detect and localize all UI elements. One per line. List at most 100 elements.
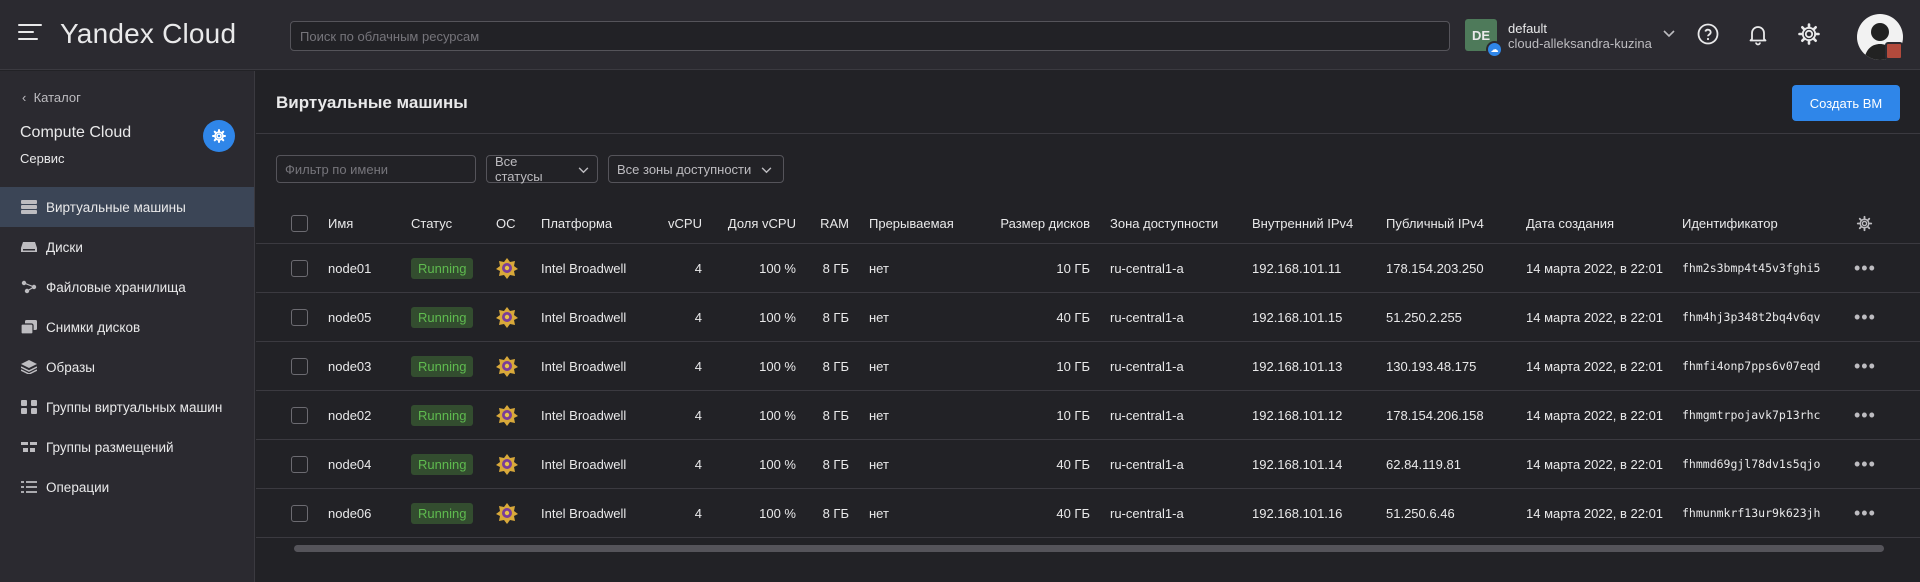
os-icon: [496, 293, 518, 341]
zone: ru-central1-a: [1110, 358, 1184, 374]
main-content: Виртуальные машины Создать ВМ Все статус…: [256, 71, 1920, 582]
status-badge: Running: [411, 440, 474, 488]
public-ip: 62.84.119.81: [1386, 456, 1461, 472]
row-checkbox[interactable]: [291, 293, 308, 341]
ram: 8 ГБ: [822, 309, 849, 325]
vm-name[interactable]: node06: [328, 489, 371, 537]
table-row[interactable]: node04 Running Intel Broadwell 4 100 % 8 ГБ не…: [256, 440, 1920, 489]
row-checkbox[interactable]: [291, 391, 308, 439]
row-checkbox[interactable]: [291, 489, 308, 537]
more-actions-icon[interactable]: •••: [1854, 293, 1876, 341]
table-row[interactable]: node05 Running Intel Broadwell 4 100 % 8 ГБ не…: [256, 293, 1920, 342]
bell-icon[interactable]: [1746, 22, 1772, 48]
vm-id: fhmgmtrpojavk7p13rhc: [1682, 408, 1821, 422]
service-subtitle: Сервис: [20, 151, 65, 166]
col-os[interactable]: ОС: [496, 203, 516, 243]
sidebar-item-disks[interactable]: Диски: [0, 227, 254, 267]
row-checkbox[interactable]: [291, 440, 308, 488]
more-actions-icon[interactable]: •••: [1854, 342, 1876, 390]
status-label: Running: [411, 257, 474, 279]
sidebar-item-images[interactable]: Образы: [0, 347, 254, 387]
vcpu-share: 100 %: [759, 309, 796, 325]
vm-id: fhmfi4onp7pps6v07eqd: [1682, 359, 1821, 373]
more-actions-icon[interactable]: •••: [1854, 391, 1876, 439]
sidebar-item-filestores[interactable]: Файловые хранилища: [0, 267, 254, 307]
search-input[interactable]: [290, 21, 1450, 51]
menu-icon[interactable]: [18, 24, 42, 46]
gear-icon[interactable]: [1797, 22, 1823, 48]
sidebar-item-vms[interactable]: Виртуальные машины: [0, 187, 254, 227]
table-row[interactable]: node01 Running Intel Broadwell 4 100 % 8 ГБ не…: [256, 244, 1920, 293]
zone: ru-central1-a: [1110, 505, 1184, 521]
vm-name[interactable]: node05: [328, 293, 371, 341]
table-row[interactable]: node06 Running Intel Broadwell 4 100 % 8 ГБ не…: [256, 489, 1920, 538]
status-filter-select[interactable]: Все статусы: [486, 154, 598, 184]
created-date: 14 марта 2022, в 22:01: [1526, 407, 1664, 423]
col-created[interactable]: Дата создания: [1526, 203, 1614, 243]
sidebar-item-placement-groups[interactable]: Группы размещений: [0, 427, 254, 467]
table-row[interactable]: node03 Running Intel Broadwell 4 100 % 8 ГБ не…: [256, 342, 1920, 391]
sidebar-item-label: Снимки дисков: [46, 319, 141, 335]
col-zone[interactable]: Зона доступности: [1110, 203, 1218, 243]
service-settings-icon[interactable]: [203, 120, 235, 152]
page-header: Виртуальные машины Создать ВМ: [256, 71, 1920, 134]
more-actions-icon[interactable]: •••: [1854, 440, 1876, 488]
select-all-checkbox[interactable]: [291, 203, 308, 243]
vm-table: Имя Статус ОС Платформа vCPU Доля vCPU R…: [256, 203, 1920, 538]
row-checkbox[interactable]: [291, 244, 308, 292]
col-vcpu[interactable]: vCPU: [636, 203, 702, 243]
account-switcher[interactable]: DE ☁ default cloud-alleksandra-kuzina: [1465, 19, 1675, 58]
vm-name[interactable]: node04: [328, 440, 371, 488]
preemptible: нет: [869, 456, 889, 472]
sidebar: ‹ Каталог Compute Cloud Сервис Виртуальн…: [0, 71, 255, 582]
col-vcpu-share[interactable]: Доля vCPU: [716, 203, 796, 243]
col-ram[interactable]: RAM: [816, 203, 849, 243]
more-actions-icon[interactable]: •••: [1854, 244, 1876, 292]
help-icon[interactable]: [1696, 22, 1722, 48]
vm-id: fhmmd69gjl78dv1s5qjo: [1682, 457, 1821, 471]
service-title: Compute Cloud: [20, 124, 132, 141]
internal-ip: 192.168.101.12: [1252, 407, 1343, 423]
status-badge: Running: [411, 293, 474, 341]
public-ip: 178.154.203.250: [1386, 260, 1484, 276]
name-filter-input[interactable]: [276, 155, 476, 183]
row-checkbox[interactable]: [291, 342, 308, 390]
more-actions-icon[interactable]: •••: [1854, 489, 1876, 537]
sidebar-item-operations[interactable]: Операции: [0, 467, 254, 507]
status-label: Running: [411, 404, 474, 426]
back-link[interactable]: ‹ Каталог: [22, 90, 81, 105]
zone: ru-central1-a: [1110, 456, 1184, 472]
zone-filter-select[interactable]: Все зоны доступности: [608, 155, 784, 183]
col-public-ip[interactable]: Публичный IPv4: [1386, 203, 1484, 243]
vm-name[interactable]: node02: [328, 391, 371, 439]
sidebar-item-snapshots[interactable]: Снимки дисков: [0, 307, 254, 347]
sidebar-item-instance-groups[interactable]: Группы виртуальных машин: [0, 387, 254, 427]
vm-id: fhmunmkrf13ur9k623jh: [1682, 506, 1821, 520]
os-icon: [496, 440, 518, 488]
col-id[interactable]: Идентификатор: [1682, 203, 1778, 243]
col-internal-ip[interactable]: Внутренний IPv4: [1252, 203, 1353, 243]
horizontal-scrollbar[interactable]: [294, 545, 1884, 552]
create-vm-button[interactable]: Создать ВМ: [1792, 85, 1900, 121]
table-settings-icon[interactable]: [1856, 203, 1873, 243]
vm-id: fhm2s3bmp4t45v3fghi5: [1682, 261, 1821, 275]
col-preemptible[interactable]: Прерываемая: [869, 203, 954, 243]
table-row[interactable]: node02 Running Intel Broadwell 4 100 % 8 ГБ не…: [256, 391, 1920, 440]
zone: ru-central1-a: [1110, 260, 1184, 276]
col-name[interactable]: Имя: [328, 203, 353, 243]
vm-name[interactable]: node03: [328, 342, 371, 390]
vcpu-share: 100 %: [759, 505, 796, 521]
chevron-down-icon: [578, 162, 589, 177]
vm-id: fhm4hj3p348t2bq4v6qv: [1682, 310, 1821, 324]
zone-filter-value: Все зоны доступности: [617, 161, 752, 177]
col-disk-size[interactable]: Размер дисков: [976, 203, 1090, 243]
col-platform[interactable]: Платформа: [541, 203, 612, 243]
col-status[interactable]: Статус: [411, 203, 452, 243]
vcpu: 4: [694, 456, 702, 472]
table-header: Имя Статус ОС Платформа vCPU Доля vCPU R…: [256, 203, 1920, 244]
created-date: 14 марта 2022, в 22:01: [1526, 456, 1664, 472]
os-icon: [496, 489, 518, 537]
ram: 8 ГБ: [822, 505, 849, 521]
vm-name[interactable]: node01: [328, 244, 371, 292]
preemptible: нет: [869, 407, 889, 423]
